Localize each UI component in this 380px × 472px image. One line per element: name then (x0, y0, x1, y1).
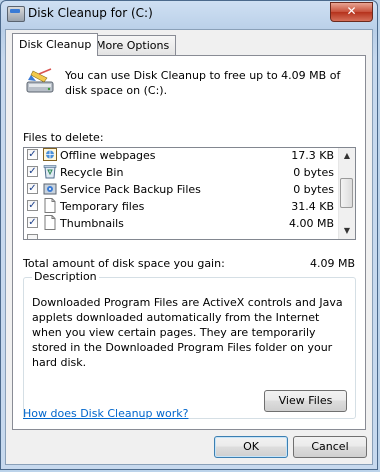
file-size: 17.3 KB (291, 149, 334, 162)
file-size: 0 bytes (293, 166, 334, 179)
vertical-scrollbar[interactable]: ▲ ▼ (338, 148, 355, 239)
checkbox[interactable]: ✓ (27, 166, 38, 177)
disk-cleanup-icon (26, 68, 54, 93)
recycle-bin-icon (43, 165, 57, 179)
file-size: 0 bytes (293, 183, 334, 196)
intro-text: You can use Disk Cleanup to free up to 4… (65, 69, 341, 97)
total-space-value: 4.09 MB (309, 257, 355, 270)
cancel-button[interactable]: Cancel (293, 436, 367, 458)
files-to-delete-label: Files to delete: (23, 131, 104, 144)
checkbox[interactable]: ✓ (27, 217, 38, 228)
list-item[interactable]: ✓ Temporary files 31.4 KB (24, 198, 340, 215)
offline-webpages-icon (43, 148, 57, 161)
tab-page-disk-cleanup: You can use Disk Cleanup to free up to 4… (12, 55, 366, 430)
file-icon (44, 198, 56, 213)
scroll-up-icon[interactable]: ▲ (339, 148, 355, 164)
description-title: Description (32, 270, 99, 283)
file-name: Temporary files (60, 200, 145, 213)
tab-disk-cleanup[interactable]: Disk Cleanup (12, 33, 99, 56)
list-item[interactable]: ✓ Service Pack Backup Files 0 bytes (24, 181, 340, 198)
dialog-client-area: Disk Cleanup More Options You can use Di… (5, 29, 373, 465)
files-to-delete-list[interactable]: ✓ Offline webpages 17.3 KB ✓ Recycle Bin… (23, 147, 356, 240)
file-size: 4.00 MB (288, 217, 334, 230)
file-name: Recycle Bin (60, 166, 124, 179)
close-button[interactable]: ✕ (330, 2, 373, 22)
list-item[interactable]: ✓ Offline webpages 17.3 KB (24, 148, 340, 164)
list-item[interactable]: ✓ Recycle Bin 0 bytes (24, 164, 340, 181)
file-size: 31.4 KB (291, 200, 334, 213)
checkbox[interactable] (27, 234, 38, 239)
checkbox[interactable]: ✓ (27, 183, 38, 194)
view-files-button[interactable]: View Files (264, 390, 347, 412)
list-item[interactable] (24, 232, 340, 239)
scroll-thumb[interactable] (340, 178, 353, 208)
file-name: Service Pack Backup Files (60, 183, 201, 196)
file-name: Thumbnails (60, 217, 124, 230)
file-name: Offline webpages (60, 149, 156, 162)
total-space-label: Total amount of disk space you gain: (23, 257, 225, 270)
disk-cleanup-app-icon (7, 6, 25, 22)
title-bar[interactable]: Disk Cleanup for (C:) ✕ (1, 1, 377, 27)
tab-more-options[interactable]: More Options (89, 35, 177, 55)
window-title: Disk Cleanup for (C:) (28, 6, 153, 20)
file-icon (44, 215, 56, 230)
checkbox[interactable]: ✓ (27, 200, 38, 211)
ok-button[interactable]: OK (214, 436, 288, 458)
description-group: Description Downloaded Program Files are… (23, 270, 356, 419)
description-text: Downloaded Program Files are ActiveX con… (32, 296, 343, 369)
checkbox[interactable]: ✓ (27, 149, 38, 160)
list-item[interactable]: ✓ Thumbnails 4.00 MB (24, 215, 340, 232)
service-pack-icon (43, 183, 57, 195)
disk-cleanup-window: Disk Cleanup for (C:) ✕ Disk Cleanup Mor… (0, 0, 378, 470)
help-link[interactable]: How does Disk Cleanup work? (23, 407, 188, 420)
scroll-down-icon[interactable]: ▼ (339, 223, 355, 239)
